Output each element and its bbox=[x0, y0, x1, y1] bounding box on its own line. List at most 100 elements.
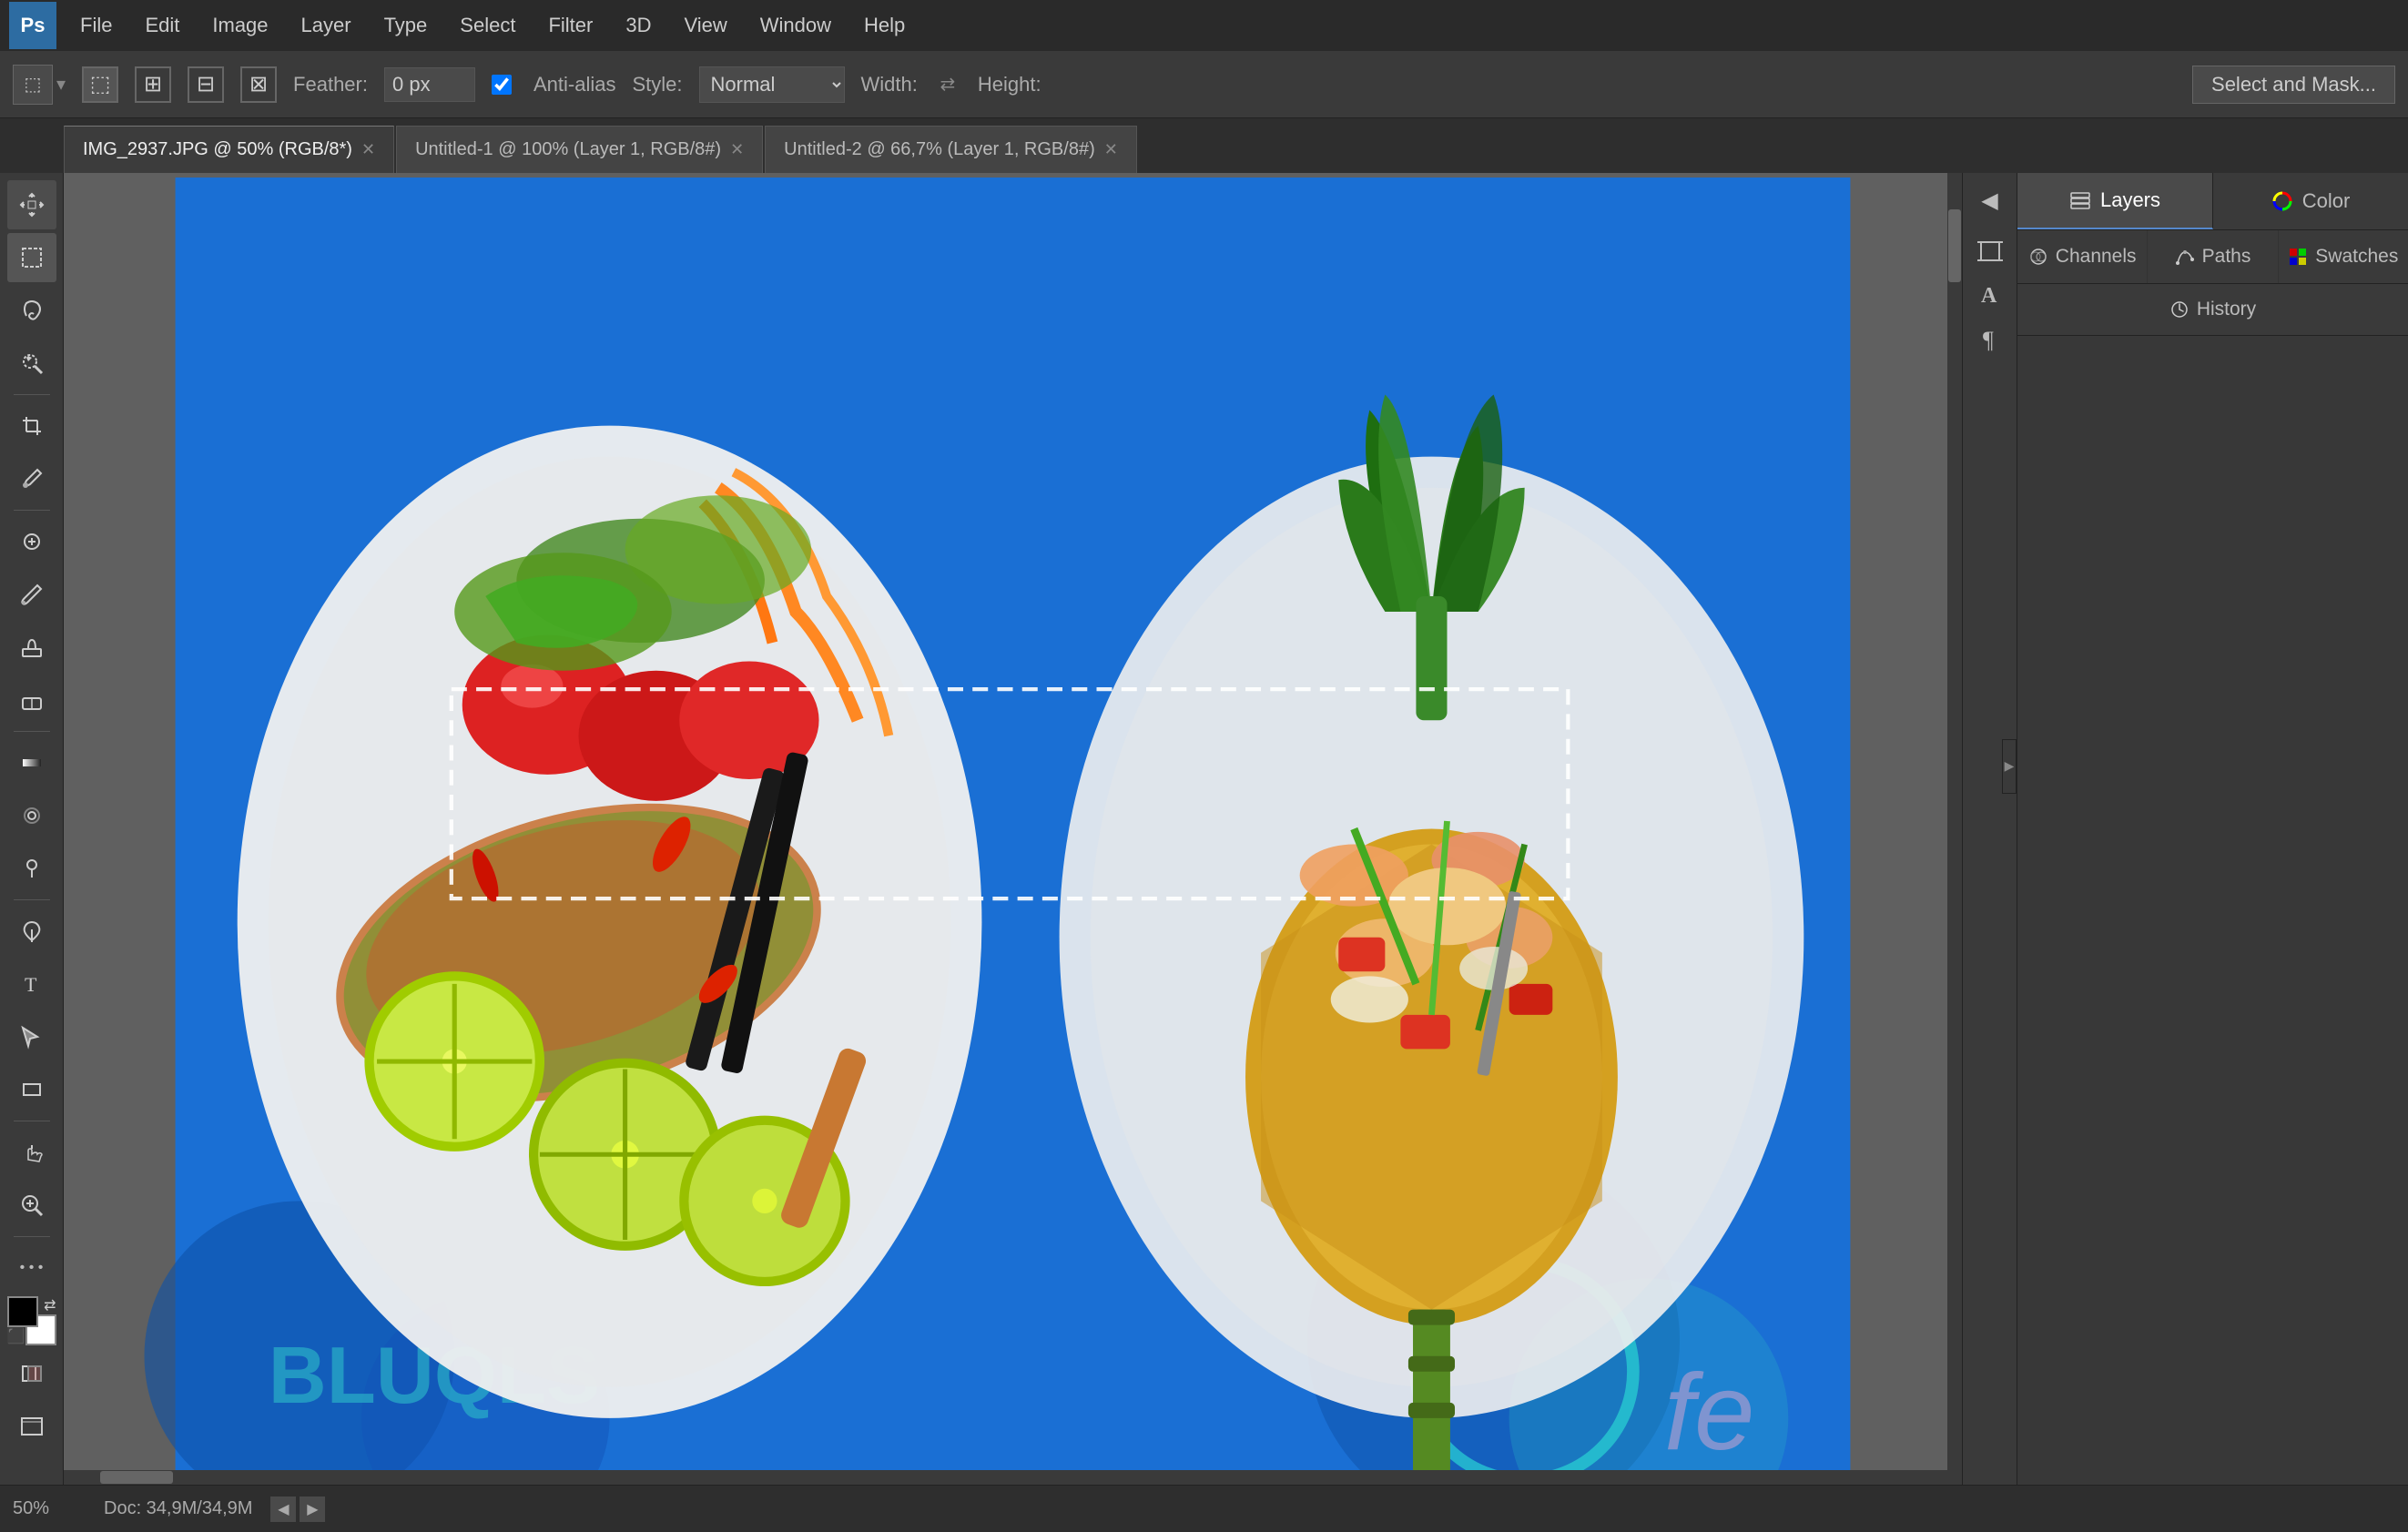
status-bar: 50% Doc: 34,9M/34,9M ◀ ▶ bbox=[0, 1485, 2408, 1532]
canvas-area[interactable]: BLUQLS fe bbox=[64, 173, 1962, 1485]
swatches-panel-tab[interactable]: Swatches bbox=[2279, 230, 2408, 283]
style-label: Style: bbox=[632, 73, 682, 96]
right-panel-collapse-arrow[interactable]: ▶ bbox=[2002, 739, 2017, 794]
channels-panel-tab[interactable]: Channels bbox=[2017, 230, 2148, 283]
foreground-color-swatch[interactable] bbox=[7, 1296, 38, 1327]
move-tool-btn[interactable] bbox=[7, 180, 56, 229]
canvas-scrollbar-h[interactable] bbox=[64, 1470, 1947, 1485]
svg-text:fe: fe bbox=[1664, 1352, 1754, 1473]
menu-filter[interactable]: Filter bbox=[532, 8, 609, 43]
menu-window[interactable]: Window bbox=[744, 8, 848, 43]
menu-help[interactable]: Help bbox=[848, 8, 921, 43]
menu-3d[interactable]: 3D bbox=[609, 8, 667, 43]
swap-wh-icon[interactable]: ⇄ bbox=[934, 69, 961, 100]
zoom-tool-btn[interactable] bbox=[7, 1181, 56, 1230]
switch-colors-icon[interactable]: ⇄ bbox=[44, 1296, 56, 1314]
tab-label: IMG_2937.JPG @ 50% (RGB/8*) bbox=[83, 139, 352, 160]
paragraph-panel-icon[interactable]: ¶ bbox=[1970, 319, 2010, 359]
panel-collapse-left-arrow[interactable]: ◀ bbox=[1970, 180, 2010, 220]
status-nav-right[interactable]: ▶ bbox=[300, 1496, 325, 1522]
tab-label: Untitled-1 @ 100% (Layer 1, RGB/8#) bbox=[415, 139, 721, 160]
text-tool-btn[interactable]: T bbox=[7, 959, 56, 1009]
menu-layer[interactable]: Layer bbox=[285, 8, 368, 43]
menu-file[interactable]: File bbox=[64, 8, 128, 43]
intersect-selection-btn[interactable]: ⊠ bbox=[240, 66, 277, 103]
toolbar-separator-1 bbox=[14, 394, 50, 395]
shape-tool-btn[interactable] bbox=[7, 1065, 56, 1114]
new-selection-btn[interactable]: ⬚ bbox=[82, 66, 118, 103]
menu-view[interactable]: View bbox=[667, 8, 743, 43]
reset-colors-icon[interactable]: ⬛ bbox=[7, 1327, 25, 1345]
tab-untitled2[interactable]: Untitled-2 @ 66,7% (Layer 1, RGB/8#) ✕ bbox=[765, 126, 1137, 173]
status-nav-left[interactable]: ◀ bbox=[270, 1496, 296, 1522]
lasso-tool-btn[interactable] bbox=[7, 286, 56, 335]
screen-mode-btn[interactable] bbox=[7, 1402, 56, 1451]
path-select-btn[interactable] bbox=[7, 1012, 56, 1061]
status-doc-info: Doc: 34,9M/34,9M bbox=[104, 1498, 252, 1519]
status-nav: ◀ ▶ bbox=[270, 1496, 325, 1522]
menu-edit[interactable]: Edit bbox=[128, 8, 196, 43]
menu-image[interactable]: Image bbox=[196, 8, 284, 43]
tab-label: Untitled-2 @ 66,7% (Layer 1, RGB/8#) bbox=[784, 139, 1095, 160]
tab-untitled1[interactable]: Untitled-1 @ 100% (Layer 1, RGB/8#) ✕ bbox=[396, 126, 763, 173]
marquee-tool-btn[interactable] bbox=[7, 233, 56, 282]
tab-close-img2937[interactable]: ✕ bbox=[361, 140, 375, 159]
tab-close-untitled1[interactable]: ✕ bbox=[730, 140, 744, 159]
select-and-mask-button[interactable]: Select and Mask... bbox=[2192, 66, 2395, 104]
quick-mask-btn[interactable] bbox=[7, 1349, 56, 1398]
brush-tool-btn[interactable] bbox=[7, 570, 56, 619]
stamp-tool-btn[interactable] bbox=[7, 623, 56, 672]
left-toolbar: T bbox=[0, 173, 64, 1485]
anti-alias-checkbox[interactable] bbox=[492, 75, 512, 95]
svg-text:A: A bbox=[1981, 284, 1997, 308]
app-logo: Ps bbox=[9, 2, 56, 49]
channels-icon bbox=[2028, 247, 2048, 267]
character-panel-icon[interactable]: A bbox=[1970, 275, 2010, 315]
panel-content-area bbox=[2017, 336, 2408, 1485]
paths-icon bbox=[2175, 247, 2195, 267]
color-wheel-icon bbox=[2271, 190, 2293, 212]
width-label: Width: bbox=[861, 73, 918, 96]
feather-label: Feather: bbox=[293, 73, 368, 96]
blur-tool-btn[interactable] bbox=[7, 791, 56, 840]
feather-input[interactable] bbox=[384, 67, 475, 102]
main-area: T bbox=[0, 173, 2408, 1485]
fg-bg-colors[interactable]: ⇄ ⬛ bbox=[7, 1296, 56, 1345]
quick-select-tool-btn[interactable] bbox=[7, 339, 56, 388]
scrollbar-v-thumb[interactable] bbox=[1948, 209, 1961, 282]
extra-tools-btn[interactable]: • • • bbox=[7, 1243, 56, 1293]
tab-close-untitled2[interactable]: ✕ bbox=[1104, 140, 1118, 159]
dodge-tool-btn[interactable] bbox=[7, 844, 56, 893]
svg-text:T: T bbox=[25, 973, 37, 996]
history-icon bbox=[2169, 299, 2190, 320]
add-selection-btn[interactable]: ⊞ bbox=[135, 66, 171, 103]
scrollbar-h-thumb[interactable] bbox=[100, 1471, 173, 1484]
tool-dropdown-arrow[interactable]: ▾ bbox=[56, 73, 66, 96]
menu-type[interactable]: Type bbox=[368, 8, 444, 43]
tool-select-icon[interactable]: ⬚ bbox=[13, 65, 53, 105]
height-label: Height: bbox=[978, 73, 1041, 96]
crop-tool-btn[interactable] bbox=[7, 401, 56, 451]
healing-tool-btn[interactable] bbox=[7, 517, 56, 566]
artboard-icon[interactable] bbox=[1970, 231, 2010, 271]
panel-tab-row-1: Layers Color bbox=[2017, 173, 2408, 230]
menu-bar: Ps File Edit Image Layer Type Select Fil… bbox=[0, 0, 2408, 51]
layers-panel-tab[interactable]: Layers bbox=[2017, 173, 2213, 229]
tab-img2937[interactable]: IMG_2937.JPG @ 50% (RGB/8*) ✕ bbox=[64, 126, 394, 173]
style-select[interactable]: Normal Fixed Ratio Fixed Size bbox=[699, 66, 845, 103]
hand-tool-btn[interactable] bbox=[7, 1128, 56, 1177]
eyedropper-tool-btn[interactable] bbox=[7, 454, 56, 503]
menu-select[interactable]: Select bbox=[443, 8, 532, 43]
canvas-scrollbar-v[interactable] bbox=[1947, 173, 1962, 1485]
toolbar-separator-6 bbox=[14, 1236, 50, 1237]
toolbar-separator-4 bbox=[14, 899, 50, 900]
history-panel-tab[interactable]: History bbox=[2017, 284, 2408, 335]
swatches-icon bbox=[2288, 247, 2308, 267]
paths-panel-tab[interactable]: Paths bbox=[2148, 230, 2278, 283]
anti-alias-label: Anti-alias bbox=[533, 73, 615, 96]
subtract-selection-btn[interactable]: ⊟ bbox=[188, 66, 224, 103]
pen-tool-btn[interactable] bbox=[7, 907, 56, 956]
color-panel-tab[interactable]: Color bbox=[2213, 173, 2408, 229]
eraser-tool-btn[interactable] bbox=[7, 675, 56, 725]
gradient-tool-btn[interactable] bbox=[7, 738, 56, 787]
